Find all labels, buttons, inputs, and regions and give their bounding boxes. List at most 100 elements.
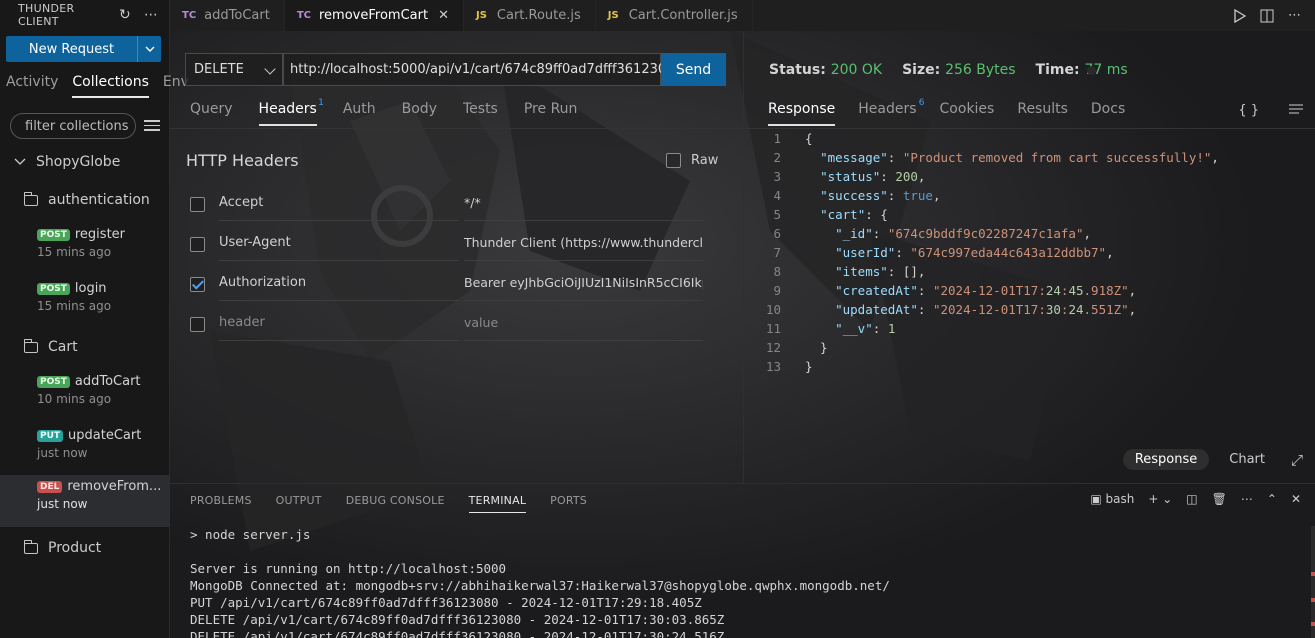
tab-auth[interactable]: Auth [343, 101, 376, 126]
tab-body[interactable]: Body [402, 101, 437, 126]
terminal-shell-selector[interactable]: ▣ bash [1090, 492, 1134, 506]
javascript-icon: JS [475, 10, 487, 21]
tab-cart-route[interactable]: JS Cart.Route.js [464, 0, 596, 31]
thunder-client-icon: TC [182, 10, 197, 21]
filter-collections-input[interactable]: filter collections [10, 113, 136, 139]
more-icon[interactable]: ⋯ [1288, 8, 1301, 23]
tab-query[interactable]: Query [190, 101, 233, 126]
collection-shopyglobe[interactable]: ShopyGlobe [0, 152, 170, 172]
header-key-input[interactable]: header [219, 305, 459, 341]
raw-label: Raw [691, 153, 719, 168]
code-text: "updatedAt": "2024-12-01T17:30:24.551Z", [835, 302, 1137, 317]
tab-terminal[interactable]: TERMINAL [468, 494, 527, 513]
shell-label: bash [1105, 492, 1135, 506]
line-number: 4 [773, 188, 781, 203]
header-row: Authorization Bearer eyJhbGciOiJIUzI1NiI… [188, 265, 728, 305]
more-icon[interactable]: ⋯ [143, 7, 159, 23]
method-badge: POST [37, 228, 70, 241]
tab-removefromcart[interactable]: TC removeFromCart ✕ [284, 0, 464, 31]
code-line: 1{ [745, 129, 1315, 148]
line-number: 11 [765, 321, 781, 336]
request-name: register [74, 227, 126, 242]
raw-toggle[interactable]: Raw [666, 153, 718, 168]
code-text: "message": "Product removed from cart su… [820, 150, 1219, 165]
terminal-scrollbar[interactable] [1311, 526, 1315, 638]
new-request-button[interactable]: New Request [6, 36, 161, 62]
line-number: 6 [773, 226, 781, 241]
collection-name: ShopyGlobe [36, 154, 121, 170]
tab-response[interactable]: Response [768, 101, 836, 126]
line-number: 2 [773, 150, 781, 165]
code-line: 2 "message": "Product removed from cart … [745, 148, 1315, 167]
tab-tests[interactable]: Tests [463, 101, 498, 126]
header-checkbox[interactable] [190, 197, 205, 212]
request-updatecart[interactable]: PUT updateCart just now [0, 424, 170, 476]
split-terminal-icon[interactable]: ◫ [1186, 492, 1197, 506]
tab-headers[interactable]: Headers 1 [258, 98, 324, 126]
menu-icon[interactable] [1289, 103, 1303, 115]
folder-authentication[interactable]: authentication [0, 190, 170, 210]
tab-output[interactable]: OUTPUT [276, 494, 322, 513]
terminal-line: Server is running on http://localhost:50… [190, 561, 507, 576]
expand-icon[interactable]: ⤢ [1291, 451, 1303, 469]
trash-icon[interactable]: 🗑 [1212, 492, 1227, 506]
maximize-panel-icon[interactable]: ⌃ [1267, 492, 1277, 506]
close-panel-icon[interactable]: ✕ [1291, 492, 1301, 506]
close-icon[interactable]: ✕ [438, 8, 449, 23]
new-terminal-icon[interactable]: + ⌄ [1148, 492, 1172, 506]
method-select[interactable]: DELETE [185, 53, 283, 86]
tab-cookies[interactable]: Cookies [940, 101, 995, 126]
header-value-input[interactable]: Bearer eyJhbGciOiJIUzI1NiIsInR5cCI6IkpXV… [464, 265, 703, 301]
tab-collections[interactable]: Collections [72, 74, 149, 98]
header-key-input[interactable]: Accept [219, 185, 459, 221]
chart-view-button[interactable]: Chart [1229, 452, 1265, 467]
code-line: 13} [745, 357, 1315, 376]
line-number: 5 [773, 207, 781, 222]
sidebar-tabs: Activity Collections Env [6, 74, 189, 98]
header-key-input[interactable]: User-Agent [219, 225, 459, 261]
code-text: "createdAt": "2024-12-01T17:24:45.918Z", [835, 283, 1137, 298]
chevron-down-icon[interactable] [137, 36, 161, 62]
bottom-panel: PROBLEMS OUTPUT DEBUG CONSOLE TERMINAL P… [170, 483, 1315, 638]
braces-icon[interactable]: { } [1238, 103, 1259, 118]
raw-checkbox[interactable] [666, 153, 681, 168]
tab-problems[interactable]: PROBLEMS [190, 494, 252, 513]
header-value-input[interactable]: */* [464, 185, 703, 221]
header-checkbox[interactable] [190, 317, 205, 332]
terminal-icon: ▣ [1090, 492, 1102, 506]
tab-pre-run[interactable]: Pre Run [524, 101, 578, 126]
tab-debug-console[interactable]: DEBUG CONSOLE [346, 494, 445, 513]
folder-cart[interactable]: Cart [0, 337, 170, 357]
header-checkbox[interactable] [190, 277, 205, 292]
request-addtocart[interactable]: POST addToCart 10 mins ago [0, 370, 170, 422]
tab-response-headers[interactable]: Headers 6 [858, 98, 924, 126]
request-tabs: Query Headers 1 Auth Body Tests Pre Run [190, 98, 603, 126]
tab-cart-controller[interactable]: JS Cart.Controller.js [596, 0, 753, 31]
tab-results[interactable]: Results [1017, 101, 1068, 126]
refresh-icon[interactable]: ↻ [117, 7, 133, 23]
url-input[interactable]: http://localhost:5000/api/v1/cart/674c89… [283, 53, 683, 86]
code-line: 9 "createdAt": "2024-12-01T17:24:45.918Z… [745, 281, 1315, 300]
header-key-input[interactable]: Authorization [219, 265, 459, 301]
request-register[interactable]: POST register 15 mins ago [0, 223, 170, 275]
more-icon[interactable]: ⋯ [1241, 492, 1253, 506]
request-time: 15 mins ago [37, 245, 112, 259]
send-button[interactable]: Send [661, 53, 726, 86]
code-text: } [805, 359, 813, 374]
response-view-button[interactable]: Response [1122, 449, 1210, 470]
header-checkbox[interactable] [190, 237, 205, 252]
folder-product[interactable]: Product [0, 538, 170, 558]
header-value-input[interactable]: value [464, 305, 703, 341]
request-login[interactable]: POST login 15 mins ago [0, 277, 170, 329]
tab-addtocart[interactable]: TC addToCart [170, 0, 285, 31]
header-value-input[interactable]: Thunder Client (https://www.thunderclien… [464, 225, 703, 261]
request-removefromcart[interactable]: DEL removeFrom... just now [0, 475, 170, 527]
tab-activity[interactable]: Activity [6, 74, 58, 98]
split-editor-icon[interactable] [1260, 9, 1274, 23]
tab-docs[interactable]: Docs [1091, 101, 1125, 126]
tab-ports[interactable]: PORTS [550, 494, 587, 513]
run-icon[interactable] [1234, 8, 1246, 23]
line-number: 10 [765, 302, 781, 317]
terminal-output[interactable]: > node server.js Server is running on ht… [190, 526, 890, 638]
menu-icon[interactable] [144, 117, 160, 133]
